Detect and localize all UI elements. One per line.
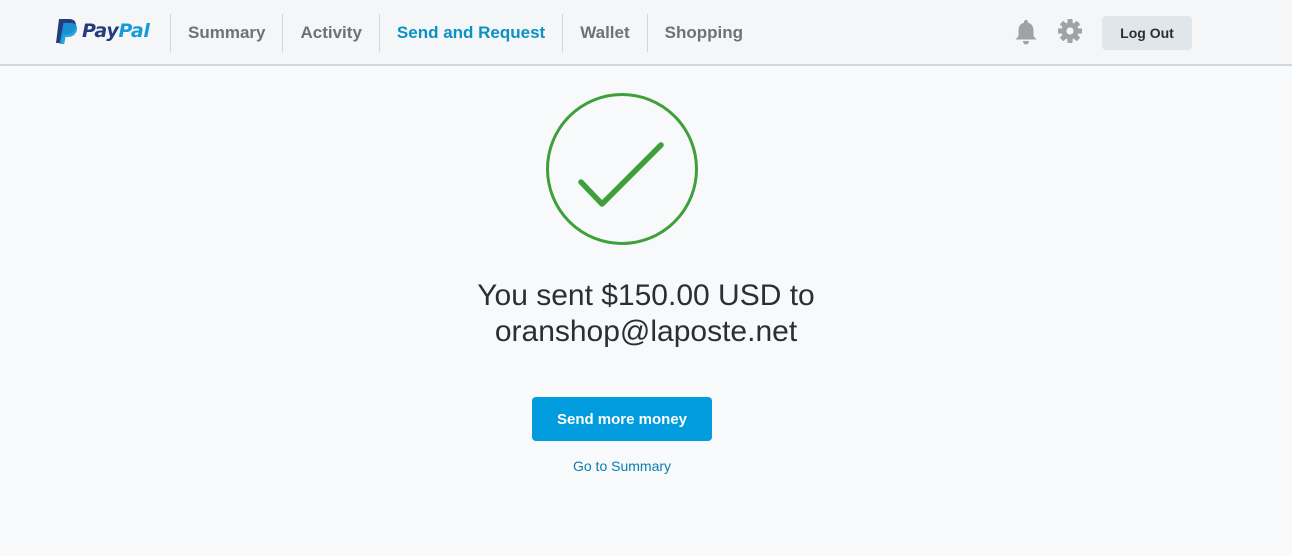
confirmation-amount-line: You sent $150.00 USD to [477, 279, 815, 312]
paypal-logo[interactable]: PayPal [54, 17, 150, 45]
go-to-summary-link[interactable]: Go to Summary [522, 458, 722, 474]
nav-item-activity[interactable]: Activity [282, 14, 378, 52]
paypal-wordmark: PayPal [82, 20, 150, 42]
nav-item-send-and-request[interactable]: Send and Request [378, 14, 562, 52]
logout-button[interactable]: Log Out [1102, 16, 1192, 50]
confirmation-recipient-email: oranshop@laposte.net [494, 315, 798, 348]
paypal-p-icon [56, 19, 78, 44]
checkmark-icon [546, 93, 698, 245]
bell-icon[interactable] [1013, 18, 1039, 46]
nav-item-summary[interactable]: Summary [170, 14, 282, 52]
top-navigation-bar: PayPal Summary Activity Send and Request… [0, 0, 1292, 66]
gear-icon[interactable] [1057, 18, 1083, 44]
main-nav: Summary Activity Send and Request Wallet… [170, 14, 760, 52]
nav-item-wallet[interactable]: Wallet [562, 14, 646, 52]
confirmation-message: You sent $150.00 USD to oranshop@laposte… [346, 278, 946, 350]
send-more-money-button[interactable]: Send more money [532, 397, 712, 441]
nav-item-shopping[interactable]: Shopping [646, 14, 760, 52]
